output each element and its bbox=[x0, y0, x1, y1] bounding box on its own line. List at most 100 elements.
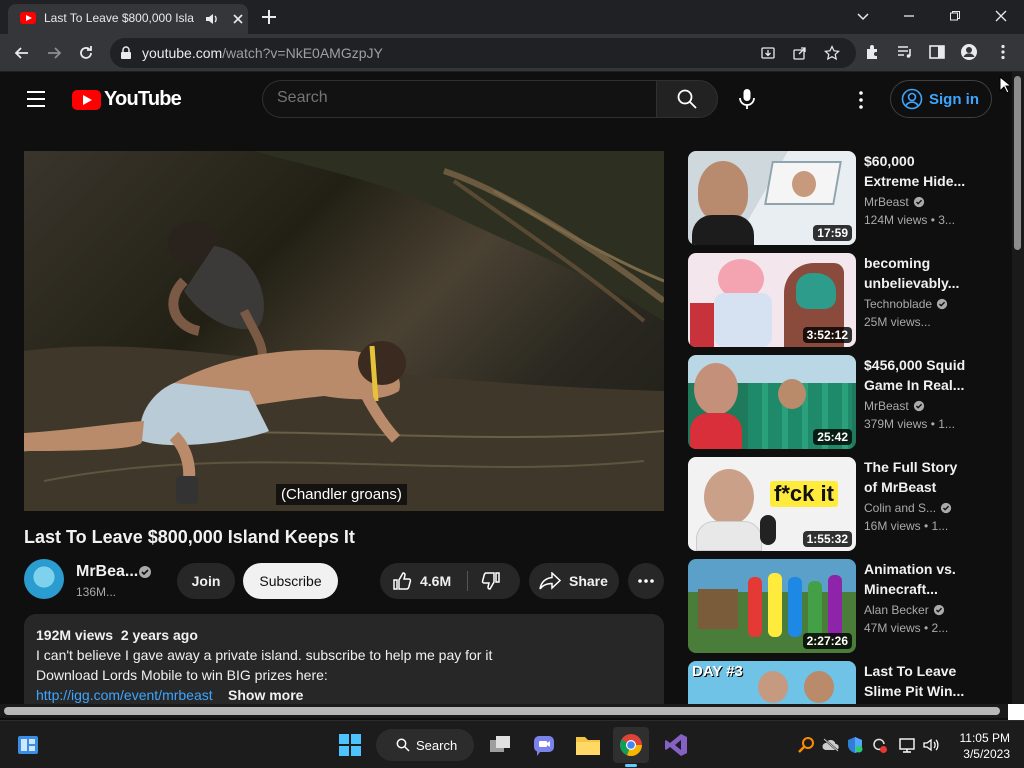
widgets-icon[interactable] bbox=[10, 727, 46, 763]
minimize-icon[interactable] bbox=[899, 6, 919, 26]
recommended-channel[interactable]: Alan Becker bbox=[864, 603, 945, 617]
browser-tab[interactable]: Last To Leave $800,000 Island bbox=[8, 4, 248, 34]
recommended-video[interactable]: DAY #3 Last To Leave Slime Pit Win... bbox=[688, 661, 978, 704]
vertical-scrollbar[interactable] bbox=[1012, 72, 1024, 712]
clock-time: 11:05 PM bbox=[959, 731, 1010, 745]
youtube-favicon-icon bbox=[20, 12, 36, 24]
video-thumbnail[interactable]: f*ck it 1:55:32 bbox=[688, 457, 856, 551]
account-circle-icon bbox=[901, 88, 923, 110]
clock-date: 3/5/2023 bbox=[963, 747, 1010, 761]
install-icon[interactable] bbox=[760, 45, 776, 61]
extensions-puzzle-icon[interactable] bbox=[864, 43, 882, 61]
security-shield-icon[interactable] bbox=[846, 736, 864, 754]
recommended-title[interactable]: $456,000 Squid Game In Real... bbox=[864, 355, 974, 395]
video-duration: 1:55:32 bbox=[802, 531, 852, 547]
subscribe-button[interactable]: Subscribe bbox=[243, 563, 338, 599]
side-panel-icon[interactable] bbox=[928, 43, 946, 61]
close-window-icon[interactable] bbox=[991, 6, 1011, 26]
recommended-title[interactable]: The Full Story of MrBeast bbox=[864, 457, 974, 497]
recommended-title[interactable]: becoming unbelievably... bbox=[864, 253, 974, 293]
like-count[interactable]: 4.6M bbox=[420, 573, 451, 589]
system-clock[interactable]: 11:05 PM 3/5/2023 bbox=[950, 730, 1010, 762]
video-player[interactable] bbox=[24, 151, 664, 511]
close-tab-icon[interactable] bbox=[230, 11, 246, 27]
recommended-title[interactable]: Animation vs. Minecraft... bbox=[864, 559, 974, 599]
verified-check-icon bbox=[913, 196, 924, 208]
verified-check-icon bbox=[913, 400, 924, 412]
voice-search-button[interactable] bbox=[728, 80, 766, 118]
file-explorer-icon[interactable] bbox=[570, 727, 606, 763]
reload-icon[interactable] bbox=[76, 43, 96, 63]
tab-search-chevron-icon[interactable] bbox=[853, 6, 873, 26]
bookmark-star-icon[interactable] bbox=[824, 45, 840, 61]
video-thumbnail[interactable]: 25:42 bbox=[688, 355, 856, 449]
back-arrow-icon[interactable] bbox=[12, 43, 32, 63]
taskbar-search[interactable]: Search bbox=[376, 729, 474, 761]
join-button[interactable]: Join bbox=[177, 563, 235, 599]
new-tab-icon[interactable] bbox=[260, 8, 278, 26]
cloud-offline-icon[interactable] bbox=[822, 737, 840, 753]
recommended-video[interactable]: 2:27:26 Animation vs. Minecraft... Alan B… bbox=[688, 559, 978, 653]
subscriber-count: 136M... bbox=[76, 585, 117, 599]
show-more-button[interactable]: Show more bbox=[228, 687, 303, 703]
profile-avatar-icon[interactable] bbox=[960, 43, 978, 61]
visual-studio-icon[interactable] bbox=[658, 727, 694, 763]
recommended-channel[interactable]: MrBeast bbox=[864, 195, 925, 209]
thumbs-down-icon[interactable] bbox=[481, 571, 501, 591]
taskbar-search-label: Search bbox=[416, 737, 458, 753]
speaker-icon[interactable] bbox=[204, 11, 220, 27]
video-thumbnail[interactable]: 17:59 bbox=[688, 151, 856, 245]
mouse-cursor-icon bbox=[999, 76, 1011, 94]
thumbs-up-icon[interactable] bbox=[392, 571, 412, 591]
vertical-scroll-thumb[interactable] bbox=[1014, 76, 1021, 250]
recommended-title[interactable]: Last To Leave Slime Pit Win... bbox=[864, 661, 974, 701]
recommended-meta: 47M views • 2... bbox=[864, 621, 949, 635]
hamburger-menu-icon[interactable] bbox=[26, 90, 46, 108]
recommended-meta: 25M views... bbox=[864, 315, 931, 329]
share-button[interactable]: Share bbox=[529, 563, 619, 599]
horizontal-scrollbar[interactable] bbox=[0, 704, 1012, 718]
chrome-menu-kebab-icon[interactable] bbox=[994, 43, 1012, 61]
channel-name[interactable]: MrBea... bbox=[76, 563, 138, 581]
recommended-title[interactable]: $60,000 Extreme Hide... bbox=[864, 151, 974, 191]
description-box[interactable]: 192M views 2 years ago I can't believe I… bbox=[24, 614, 664, 714]
recommended-meta: 124M views • 3... bbox=[864, 213, 955, 227]
horizontal-scroll-thumb[interactable] bbox=[4, 707, 1000, 715]
thumbnail-overlay-text: f*ck it bbox=[770, 481, 838, 507]
video-thumbnail[interactable]: 3:52:12 bbox=[688, 253, 856, 347]
share-page-icon[interactable] bbox=[792, 45, 808, 61]
youtube-logo-text[interactable]: YouTube bbox=[104, 88, 182, 111]
youtube-logo-icon[interactable] bbox=[72, 90, 101, 110]
address-bar[interactable]: youtube.com/watch?v=NkE0AMGzpJY bbox=[110, 38, 856, 68]
recommended-video[interactable]: 25:42 $456,000 Squid Game In Real... MrBe… bbox=[688, 355, 978, 449]
recommended-video[interactable]: 17:59 $60,000 Extreme Hide... MrBeast 124… bbox=[688, 151, 978, 245]
sync-alert-icon[interactable] bbox=[870, 736, 888, 754]
windows-start-icon[interactable] bbox=[332, 727, 368, 763]
network-icon[interactable] bbox=[898, 736, 916, 754]
channel-avatar[interactable] bbox=[24, 559, 64, 599]
description-link[interactable]: http://igg.com/event/mrbeast bbox=[36, 687, 213, 703]
recommended-channel[interactable]: MrBeast bbox=[864, 399, 925, 413]
recommended-video[interactable]: 3:52:12 becoming unbelievably... Technobl… bbox=[688, 253, 978, 347]
recommended-channel[interactable]: Technoblade bbox=[864, 297, 948, 311]
task-view-icon[interactable] bbox=[482, 727, 518, 763]
recommended-video[interactable]: f*ck it 1:55:32 The Full Story of MrBeast… bbox=[688, 457, 978, 551]
search-button[interactable] bbox=[656, 80, 718, 118]
volume-icon[interactable] bbox=[922, 736, 940, 754]
forward-arrow-icon[interactable] bbox=[44, 43, 64, 63]
search-tray-icon[interactable] bbox=[798, 736, 816, 754]
recommended-channel[interactable]: Colin and S... bbox=[864, 501, 952, 515]
lock-icon[interactable] bbox=[120, 46, 132, 60]
restore-icon[interactable] bbox=[945, 6, 965, 26]
sign-in-button[interactable]: Sign in bbox=[890, 80, 992, 118]
search-input[interactable] bbox=[277, 89, 637, 107]
teams-chat-icon[interactable] bbox=[526, 727, 562, 763]
more-actions-button[interactable] bbox=[628, 563, 664, 599]
verified-check-icon bbox=[138, 565, 152, 579]
chrome-taskbar-icon[interactable] bbox=[613, 727, 649, 767]
settings-kebab-icon[interactable] bbox=[852, 90, 870, 110]
media-queue-icon[interactable] bbox=[896, 43, 914, 61]
url-text: youtube.com/watch?v=NkE0AMGzpJY bbox=[142, 45, 383, 61]
video-thumbnail[interactable]: 2:27:26 bbox=[688, 559, 856, 653]
video-thumbnail[interactable]: DAY #3 bbox=[688, 661, 856, 704]
